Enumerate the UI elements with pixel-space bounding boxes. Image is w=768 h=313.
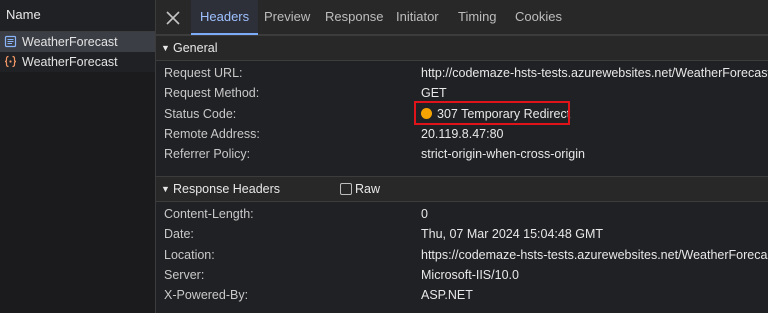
header-key: Location: — [164, 248, 215, 262]
close-icon[interactable] — [165, 10, 181, 26]
general-row: Request Method: GET — [156, 83, 768, 103]
header-key: Referrer Policy: — [164, 147, 251, 161]
header-key: Server: — [164, 268, 205, 282]
header-value: Thu, 07 Mar 2024 15:04:48 GMT — [421, 227, 604, 241]
raw-checkbox[interactable] — [340, 183, 352, 195]
request-name: WeatherForecast — [22, 35, 118, 49]
document-icon — [4, 35, 17, 48]
response-header-row: Content-Length: 0 — [156, 204, 768, 224]
header-key: Status Code: — [164, 107, 237, 121]
header-value: ASP.NET — [421, 288, 473, 302]
name-column-header[interactable]: Name — [0, 0, 155, 32]
header-value: Microsoft-IIS/10.0 — [421, 268, 519, 282]
response-headers-section-header[interactable]: ▼ Response Headers Raw — [156, 176, 768, 202]
general-row: Referrer Policy: strict-origin-when-cros… — [156, 144, 768, 164]
tab-response[interactable]: Response — [325, 0, 384, 34]
response-header-row: Date: Thu, 07 Mar 2024 15:04:48 GMT — [156, 224, 768, 244]
general-section-header[interactable]: ▼ General — [156, 35, 768, 61]
header-key: Remote Address: — [164, 127, 260, 141]
header-value: GET — [421, 86, 447, 100]
response-header-row: X-Powered-By: ASP.NET — [156, 285, 768, 305]
request-row[interactable]: WeatherForecast — [0, 32, 155, 52]
tab-preview[interactable]: Preview — [264, 0, 310, 34]
request-name: WeatherForecast — [22, 55, 118, 69]
response-header-row: Server: Microsoft-IIS/10.0 — [156, 265, 768, 285]
header-key: X-Powered-By: — [164, 288, 249, 302]
header-value: http://codemaze-hsts-tests.azurewebsites… — [421, 66, 768, 80]
tab-initiator[interactable]: Initiator — [396, 0, 439, 34]
fetch-braces-icon — [4, 55, 17, 68]
raw-label[interactable]: Raw — [355, 177, 380, 201]
response-header-row: Location: https://codemaze-hsts-tests.az… — [156, 245, 768, 265]
request-details-panel: Headers Preview Response Initiator Timin… — [156, 0, 768, 313]
collapse-triangle-icon: ▼ — [161, 184, 170, 194]
header-value: 0 — [421, 207, 428, 221]
collapse-triangle-icon: ▼ — [161, 43, 170, 53]
tab-cookies[interactable]: Cookies — [515, 0, 562, 34]
header-value: strict-origin-when-cross-origin — [421, 147, 585, 161]
tab-timing[interactable]: Timing — [458, 0, 497, 34]
header-key: Request URL: — [164, 66, 243, 80]
status-code-highlight-box — [414, 101, 570, 125]
general-row: Remote Address: 20.119.8.47:80 — [156, 124, 768, 144]
general-section-title: General — [173, 41, 218, 55]
general-row: Request URL: http://codemaze-hsts-tests.… — [156, 63, 768, 83]
header-key: Date: — [164, 227, 194, 241]
header-key: Content-Length: — [164, 207, 254, 221]
details-tab-bar: Headers Preview Response Initiator Timin… — [156, 0, 768, 35]
request-list-empty-area — [0, 72, 155, 313]
response-headers-title: Response Headers — [173, 182, 281, 196]
header-key: Request Method: — [164, 86, 260, 100]
request-row[interactable]: WeatherForecast — [0, 52, 155, 72]
request-list-panel: Name WeatherForecast WeatherForecast — [0, 0, 156, 313]
tab-headers[interactable]: Headers — [191, 0, 259, 35]
header-value: https://codemaze-hsts-tests.azurewebsite… — [421, 248, 768, 262]
header-value: 20.119.8.47:80 — [421, 127, 504, 141]
